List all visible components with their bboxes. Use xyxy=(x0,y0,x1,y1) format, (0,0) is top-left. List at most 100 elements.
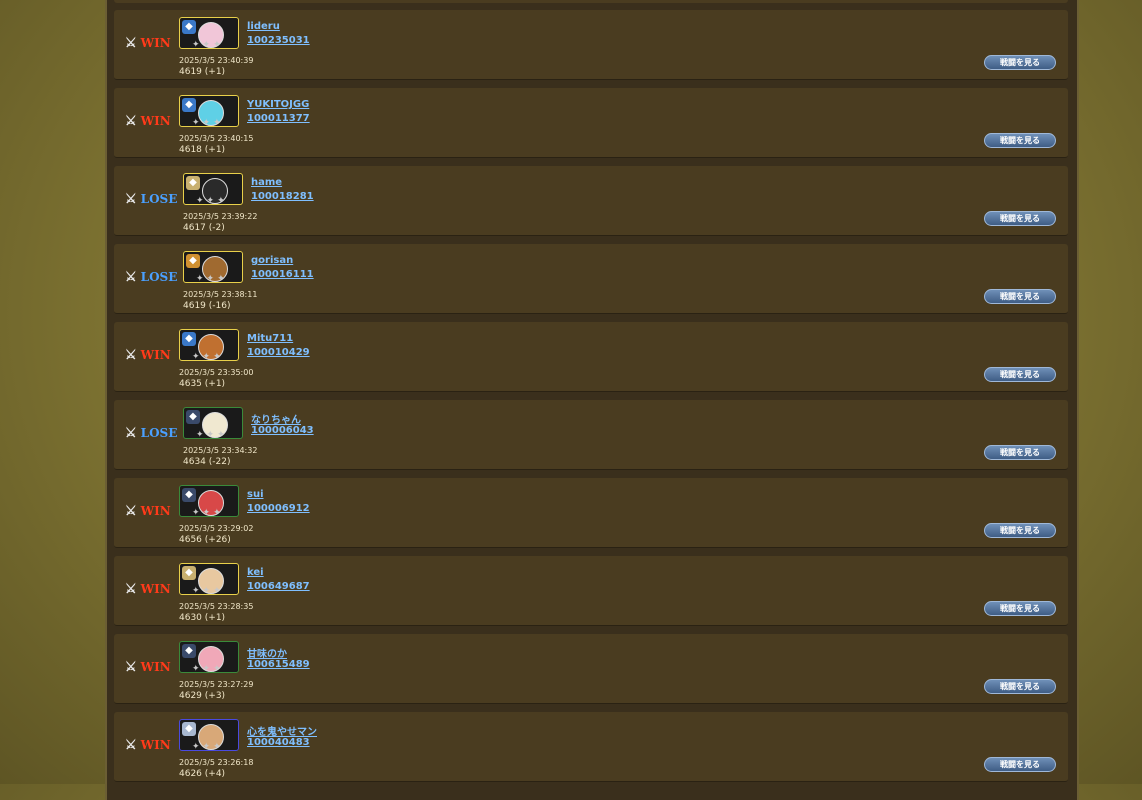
result-label: WIN xyxy=(140,504,171,518)
crossed-swords-icon: ⚔ xyxy=(125,425,137,441)
rating-change: 4619 (+1) xyxy=(179,67,226,77)
view-battle-button[interactable]: 戦闘を見る xyxy=(984,133,1056,148)
rating-change: 4630 (+1) xyxy=(179,613,226,623)
result-label: WIN xyxy=(140,582,171,596)
rating-change: 4629 (+3) xyxy=(179,691,226,701)
battle-row: ⚔ WIN ◆ ✦✦✦ YUKITOJGG 100011377 2025/3/5… xyxy=(114,88,1068,158)
player-avatar[interactable]: ◆ ✦✦✦ xyxy=(179,329,239,361)
view-battle-button[interactable]: 戦闘を見る xyxy=(984,367,1056,382)
result-label: WIN xyxy=(140,114,171,128)
battle-result: ⚔ WIN xyxy=(125,114,171,128)
rank-badges-icon: ✦✦✦ xyxy=(196,196,228,205)
player-avatar[interactable]: ◆ ✦✦✦ xyxy=(179,95,239,127)
player-name-link[interactable]: kei xyxy=(247,567,264,578)
player-avatar[interactable]: ◆ ✦✦✦ xyxy=(179,641,239,673)
rating-change: 4619 (-16) xyxy=(183,301,231,311)
result-label: WIN xyxy=(140,36,171,50)
rank-badges-icon: ✦✦✦ xyxy=(192,118,224,127)
player-id-link[interactable]: 100040483 xyxy=(247,737,310,748)
player-avatar[interactable]: ◆ ✦✦✦ xyxy=(183,173,243,205)
blue-dragon-emblem: ◆ xyxy=(182,20,196,34)
player-name-link[interactable]: なりちゃん xyxy=(251,411,301,426)
battle-row: ⚔ LOSE ◆ ✦✦✦ hame 100018281 2025/3/5 23:… xyxy=(114,166,1068,236)
player-avatar[interactable]: ◆ ✦✦✦ xyxy=(183,251,243,283)
rating-change: 4635 (+1) xyxy=(179,379,226,389)
player-name-link[interactable]: lideru xyxy=(247,21,280,32)
rank-badges-icon: ✦✦✦ xyxy=(192,742,224,751)
orange-dragon-emblem: ◆ xyxy=(186,254,200,268)
player-id-link[interactable]: 100649687 xyxy=(247,581,310,592)
battle-result: ⚔ LOSE xyxy=(125,270,177,284)
battle-result: ⚔ WIN xyxy=(125,582,171,596)
battle-timestamp: 2025/3/5 23:28:35 xyxy=(179,602,254,611)
rank-badges-icon: ✦✦✦ xyxy=(192,40,224,49)
result-label: WIN xyxy=(140,660,171,674)
view-battle-button[interactable]: 戦闘を見る xyxy=(984,679,1056,694)
player-avatar[interactable]: ◆ ✦✦✦ xyxy=(183,407,243,439)
battle-row: ⚔ WIN ◆ ✦✦✦ 甘味のか 100615489 2025/3/5 23:2… xyxy=(114,634,1068,704)
view-battle-button[interactable]: 戦闘を見る xyxy=(984,55,1056,70)
view-battle-button[interactable]: 戦闘を見る xyxy=(984,289,1056,304)
player-avatar[interactable]: ◆ ✦✦✦ xyxy=(179,719,239,751)
battle-timestamp: 2025/3/5 23:26:18 xyxy=(179,758,254,767)
battle-result: ⚔ LOSE xyxy=(125,426,177,440)
battle-timestamp: 2025/3/5 23:35:00 xyxy=(179,368,254,377)
player-name-link[interactable]: 甘味のか xyxy=(247,645,287,660)
battle-timestamp: 2025/3/5 23:29:02 xyxy=(179,524,254,533)
battle-timestamp: 2025/3/5 23:34:32 xyxy=(183,446,258,455)
player-id-link[interactable]: 100615489 xyxy=(247,659,310,670)
player-id-link[interactable]: 100006043 xyxy=(251,425,314,436)
player-id-link[interactable]: 100235031 xyxy=(247,35,310,46)
player-name-link[interactable]: gorisan xyxy=(251,255,293,266)
view-battle-button[interactable]: 戦闘を見る xyxy=(984,445,1056,460)
player-id-link[interactable]: 100011377 xyxy=(247,113,310,124)
player-avatar[interactable]: ◆ ✦✦✦ xyxy=(179,485,239,517)
dark-knight-emblem: ◆ xyxy=(182,488,196,502)
battle-result: ⚔ WIN xyxy=(125,36,171,50)
crossed-swords-icon: ⚔ xyxy=(125,191,137,207)
player-id-link[interactable]: 100016111 xyxy=(251,269,314,280)
player-id-link[interactable]: 100018281 xyxy=(251,191,314,202)
battle-timestamp: 2025/3/5 23:40:15 xyxy=(179,134,254,143)
crossed-swords-icon: ⚔ xyxy=(125,269,137,285)
view-battle-button[interactable]: 戦闘を見る xyxy=(984,523,1056,538)
player-avatar[interactable]: ◆ ✦✦✦ xyxy=(179,563,239,595)
battle-row: ⚔ LOSE ◆ ✦✦✦ なりちゃん 100006043 2025/3/5 23… xyxy=(114,400,1068,470)
blue-dragon-emblem: ◆ xyxy=(182,332,196,346)
view-battle-button[interactable]: 戦闘を見る xyxy=(984,757,1056,772)
battle-result: ⚔ WIN xyxy=(125,348,171,362)
player-name-link[interactable]: sui xyxy=(247,489,264,500)
player-name-link[interactable]: Mitu711 xyxy=(247,333,293,344)
player-name-link[interactable]: 心を鬼やせマン xyxy=(247,723,317,738)
player-avatar[interactable]: ◆ ✦✦✦ xyxy=(179,17,239,49)
silver-dragon-emblem: ◆ xyxy=(182,722,196,736)
crossed-swords-icon: ⚔ xyxy=(125,113,137,129)
crossed-swords-icon: ⚔ xyxy=(125,347,137,363)
battle-timestamp: 2025/3/5 23:40:39 xyxy=(179,56,254,65)
dark-knight-emblem: ◆ xyxy=(182,644,196,658)
battle-row: ⚔ WIN ◆ ✦✦✦ kei 100649687 2025/3/5 23:28… xyxy=(114,556,1068,626)
battle-result: ⚔ WIN xyxy=(125,660,171,674)
rating-change: 4618 (+1) xyxy=(179,145,226,155)
player-name-link[interactable]: YUKITOJGG xyxy=(247,99,309,110)
battle-row: ⚔ LOSE ◆ ✦✦✦ gorisan 100016111 2025/3/5 … xyxy=(114,244,1068,314)
crossed-swords-icon: ⚔ xyxy=(125,581,137,597)
player-id-link[interactable]: 100010429 xyxy=(247,347,310,358)
view-battle-button[interactable]: 戦闘を見る xyxy=(984,601,1056,616)
rating-change: 4656 (+26) xyxy=(179,535,231,545)
player-name-link[interactable]: hame xyxy=(251,177,282,188)
rating-change: 4634 (-22) xyxy=(183,457,231,467)
result-label: WIN xyxy=(140,348,171,362)
view-battle-button[interactable]: 戦闘を見る xyxy=(984,211,1056,226)
rank-badges-icon: ✦✦✦ xyxy=(192,352,224,361)
result-label: LOSE xyxy=(140,192,178,206)
crossed-swords-icon: ⚔ xyxy=(125,35,137,51)
rating-change: 4617 (-2) xyxy=(183,223,225,233)
dark-knight-emblem: ◆ xyxy=(186,410,200,424)
beige-dragon-emblem: ◆ xyxy=(182,566,196,580)
battle-row: ⚔ WIN ◆ ✦✦✦ lideru 100235031 2025/3/5 23… xyxy=(114,10,1068,80)
battle-timestamp: 2025/3/5 23:27:29 xyxy=(179,680,254,689)
battle-timestamp: 2025/3/5 23:39:22 xyxy=(183,212,258,221)
player-id-link[interactable]: 100006912 xyxy=(247,503,310,514)
result-label: WIN xyxy=(140,738,171,752)
